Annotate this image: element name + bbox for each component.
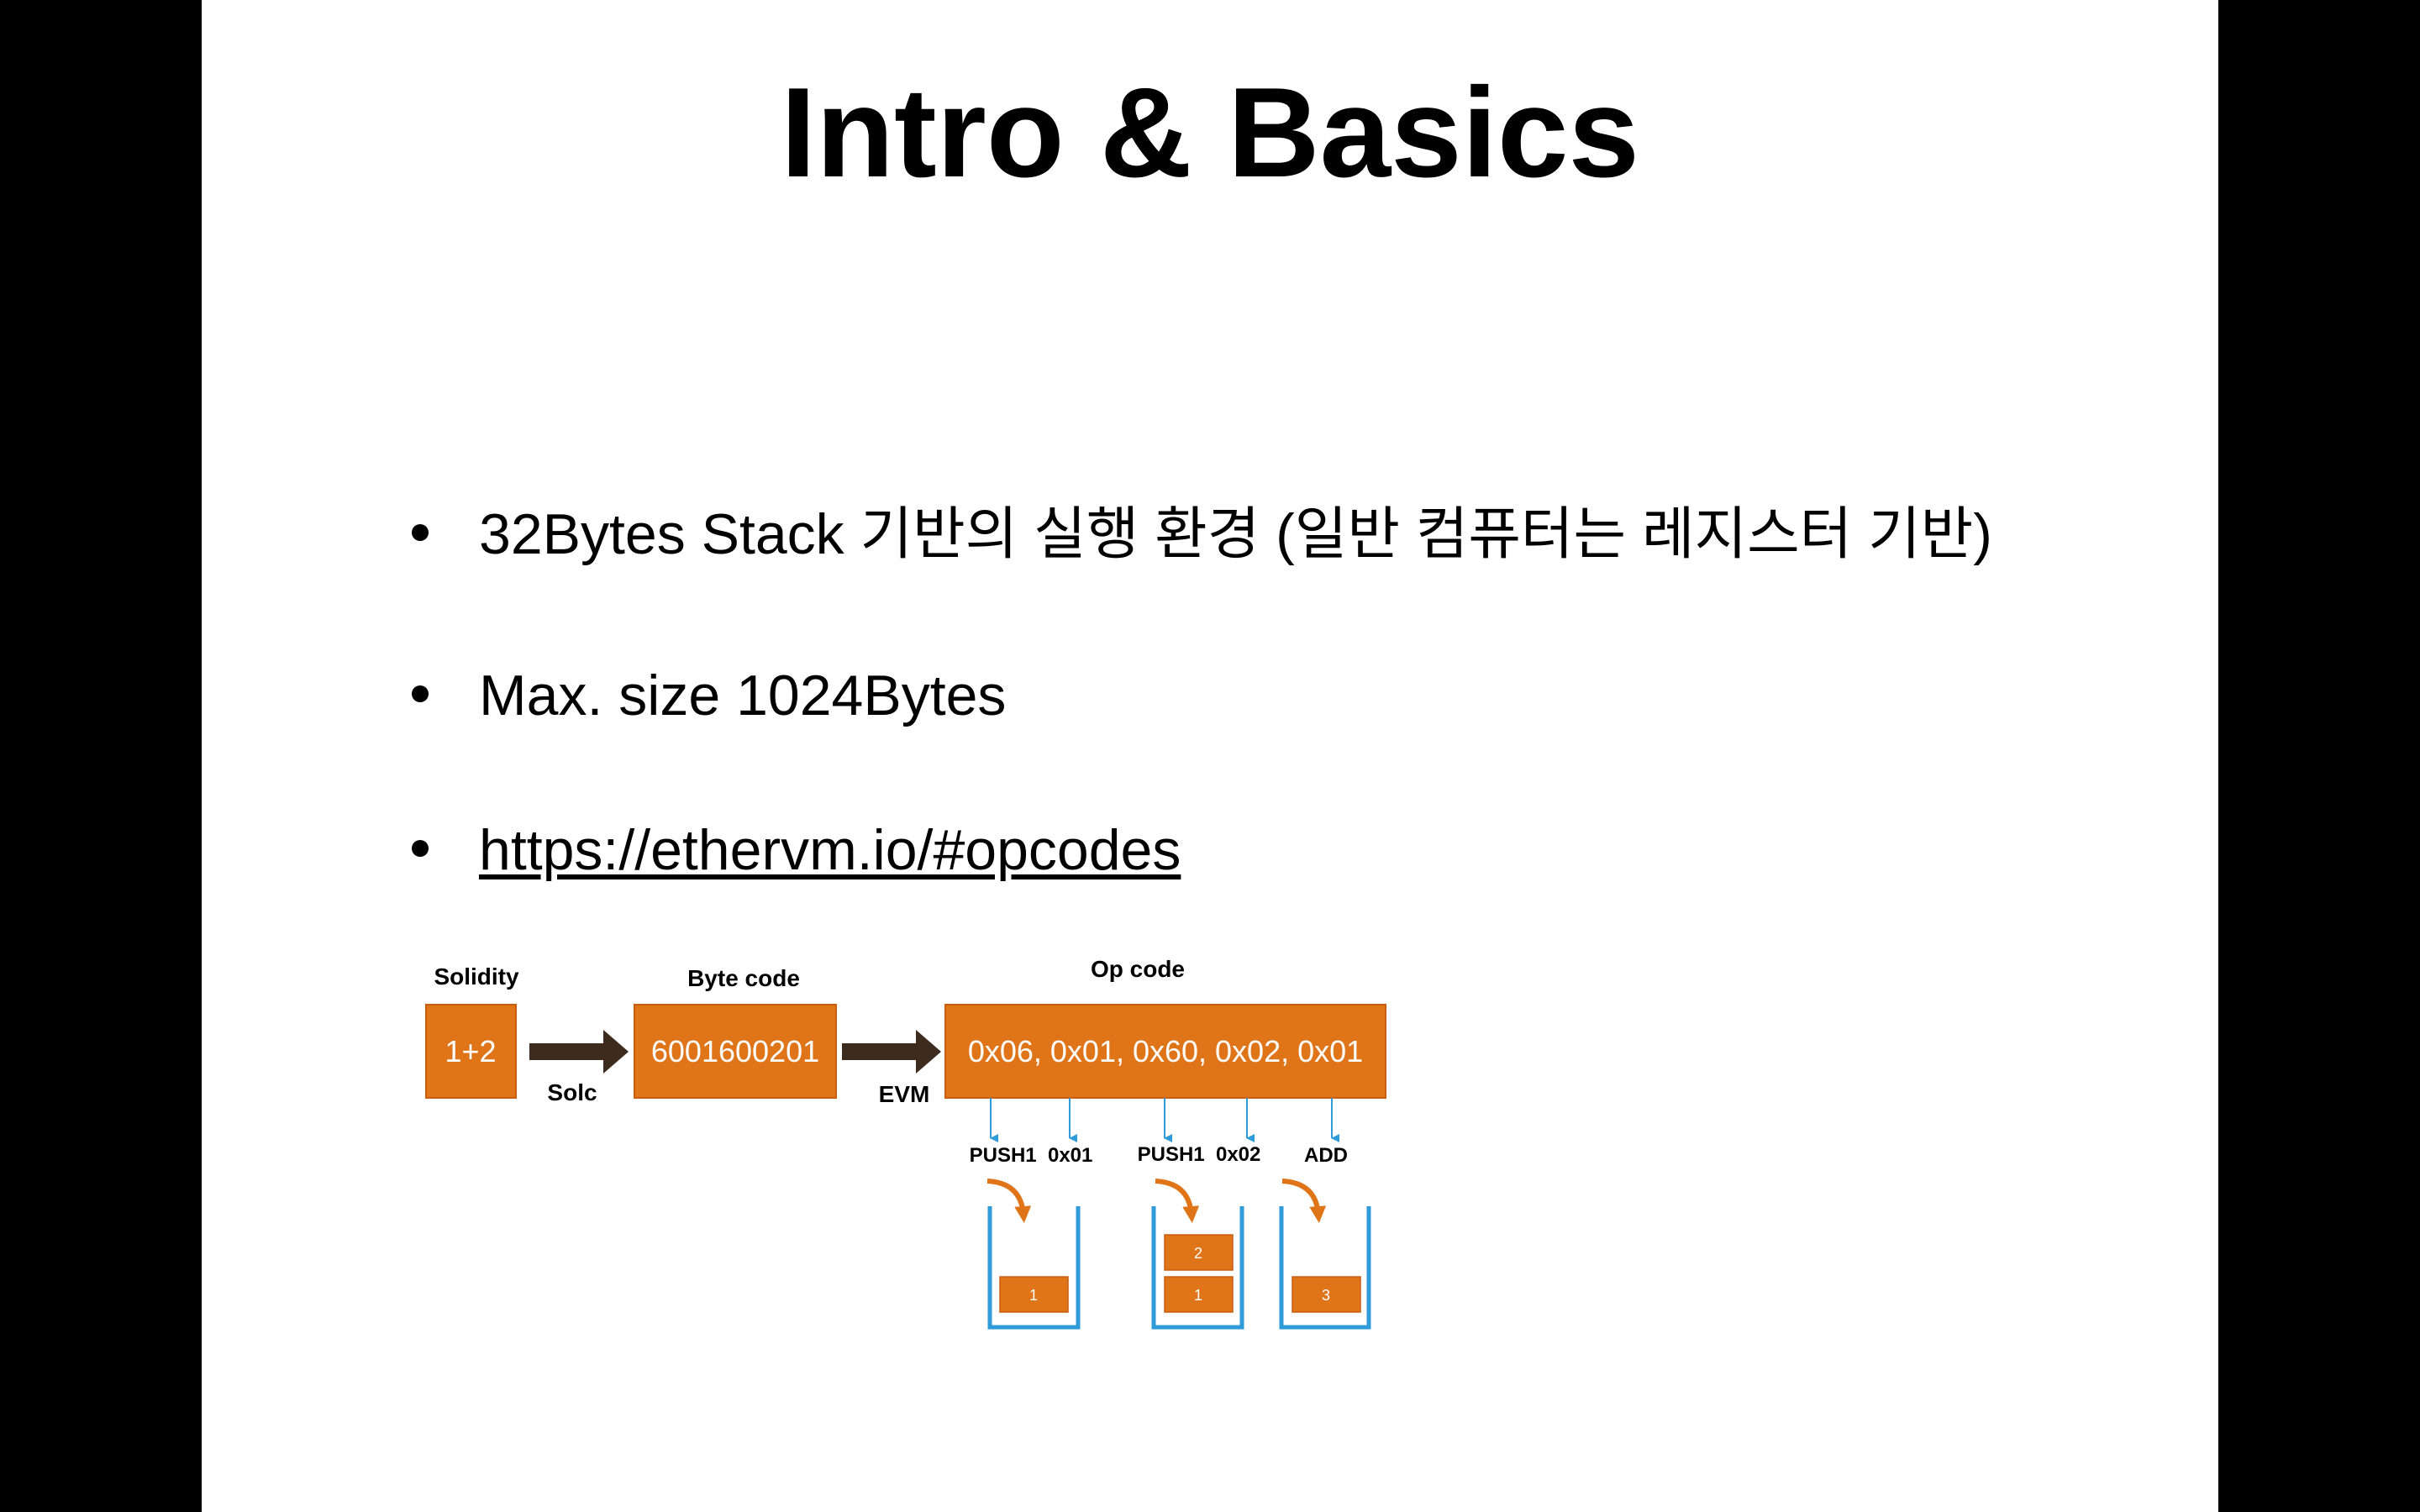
bytecode-value: 6001600201 [651,1034,819,1068]
stack-item-value: 1 [1194,1287,1202,1304]
solc-arrow [529,1030,629,1074]
stage-label-opcode: Op code [1091,956,1185,982]
opcode-value: 0x06, 0x01, 0x60, 0x02, 0x01 [968,1034,1363,1068]
evm-diagram: Solidity Byte code Op code 1+2 600160020… [202,0,2218,1512]
evm-label: EVM [879,1081,930,1107]
push-arrow [1155,1179,1200,1223]
add-arrow [1281,1179,1327,1223]
stage-label-solidity: Solidity [434,963,519,990]
evm-arrow [842,1030,941,1074]
stack-item-value: 1 [1029,1287,1038,1304]
stack-item-value: 3 [1322,1287,1330,1304]
evm-diagram-svg: Solidity Byte code Op code 1+2 600160020… [425,956,1386,1330]
instruction-push1-0x01: PUSH1 0x01 [970,1144,1093,1167]
push-arrow [986,1179,1032,1223]
solc-label: Solc [547,1079,597,1105]
solidity-value: 1+2 [445,1034,496,1068]
slide: Intro & Basics 32Bytes Stack 기반의 실행 환경 (… [202,0,2218,1512]
instruction-push1-0x02: PUSH1 0x02 [1138,1143,1261,1166]
stage-label-bytecode: Byte code [687,965,800,991]
instruction-add: ADD [1304,1144,1348,1167]
stack-item-value: 2 [1194,1245,1202,1262]
